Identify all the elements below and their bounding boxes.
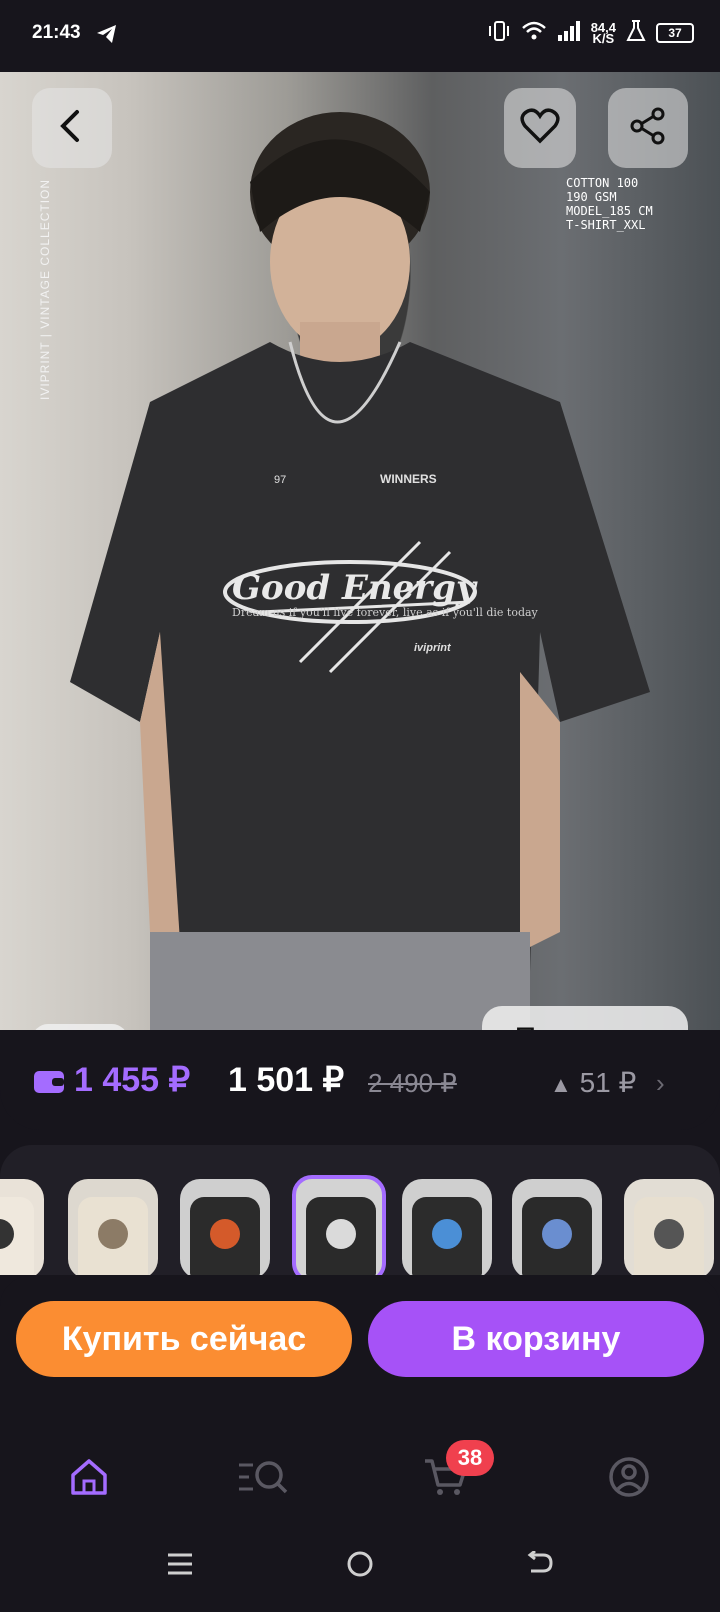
home-icon	[69, 1457, 109, 1502]
chevron-right-icon[interactable]: ›	[656, 1068, 665, 1099]
wallet-icon	[34, 1071, 64, 1098]
thumbnail[interactable]	[512, 1179, 602, 1275]
system-nav	[0, 1506, 720, 1612]
clock: 21:43	[32, 22, 81, 43]
current-price: 1 501 ₽	[228, 1061, 345, 1099]
shirt-print-tagline: Dream as if you'll live forever, live as…	[232, 606, 538, 619]
old-price: 2 490 ₽	[368, 1068, 457, 1098]
thumbnail[interactable]	[0, 1179, 44, 1275]
nav-catalog-search[interactable]	[238, 1454, 288, 1504]
home-button[interactable]	[340, 1546, 380, 1586]
thumbnail-print	[654, 1219, 684, 1249]
signal-icon	[557, 21, 581, 44]
thumbnail[interactable]	[292, 1175, 386, 1275]
shirt-print-tag: iviprint	[414, 642, 451, 654]
price-difference: ▲ 51 ₽	[550, 1067, 637, 1098]
add-to-cart-button[interactable]: В корзину	[368, 1301, 704, 1377]
shirt-print-winners: WINNERS	[380, 472, 437, 486]
thumbnail-print	[210, 1219, 240, 1249]
share-icon	[628, 106, 668, 151]
shirt-print-97: 97	[274, 474, 287, 486]
profile-icon	[608, 1456, 650, 1503]
wallet-price: 1 455 ₽	[74, 1061, 191, 1099]
battery-icon: 37	[656, 22, 694, 43]
back-arrow-icon	[525, 1549, 555, 1582]
share-button[interactable]	[608, 88, 688, 168]
thumbnail[interactable]	[624, 1179, 714, 1275]
cart-badge: 38	[446, 1440, 494, 1476]
heart-icon	[520, 107, 560, 149]
recents-button[interactable]	[160, 1546, 200, 1586]
action-bar: Купить сейчас В корзину	[0, 1276, 720, 1406]
back-button[interactable]	[32, 88, 112, 168]
status-icons: 84,4 K/S 37	[487, 20, 694, 45]
thumbnail-print	[542, 1219, 572, 1249]
thumbnail[interactable]	[68, 1179, 158, 1275]
bottom-nav	[0, 1406, 720, 1506]
vibrate-icon	[487, 20, 511, 45]
circle-icon	[346, 1550, 374, 1583]
status-bar: 21:43 84,4 K/S 37	[0, 0, 720, 72]
thumbnail[interactable]	[180, 1179, 270, 1275]
nav-home[interactable]	[64, 1454, 114, 1504]
price-bar[interactable]: 1 455 ₽ 1 501 ₽ 2 490 ₽ ▲ 51 ₽ ›	[0, 1030, 720, 1130]
telegram-icon	[96, 24, 118, 49]
favorite-button[interactable]	[504, 88, 576, 168]
thumbnail-print	[326, 1219, 356, 1249]
network-speed: 84,4 K/S	[590, 19, 616, 46]
back-system-button[interactable]	[520, 1546, 560, 1586]
shirt-print-title: Good Energy	[232, 568, 476, 608]
product-image[interactable]: Good Energy Dream as if you'll live fore…	[0, 72, 720, 1030]
lab-icon	[626, 20, 646, 45]
thumbnail[interactable]	[402, 1179, 492, 1275]
product-specs: COTTON 100 190 GSM MODEL_185 CM T-SHIRT_…	[566, 176, 653, 232]
similar-button[interactable]: Похожие ›	[482, 1006, 688, 1030]
buy-now-button[interactable]: Купить сейчас	[16, 1301, 352, 1377]
brand-vertical-text: IVIPRINT | VINTAGE COLLECTION	[38, 178, 52, 400]
chevron-left-icon	[57, 108, 87, 149]
catalog-search-icon	[237, 1457, 289, 1502]
menu-icon	[166, 1552, 194, 1581]
thumbnail-print	[432, 1219, 462, 1249]
nav-profile[interactable]	[604, 1454, 654, 1504]
wifi-icon	[521, 21, 547, 44]
thumbnail-print	[98, 1219, 128, 1249]
thumbnail-strip[interactable]	[0, 1145, 720, 1275]
